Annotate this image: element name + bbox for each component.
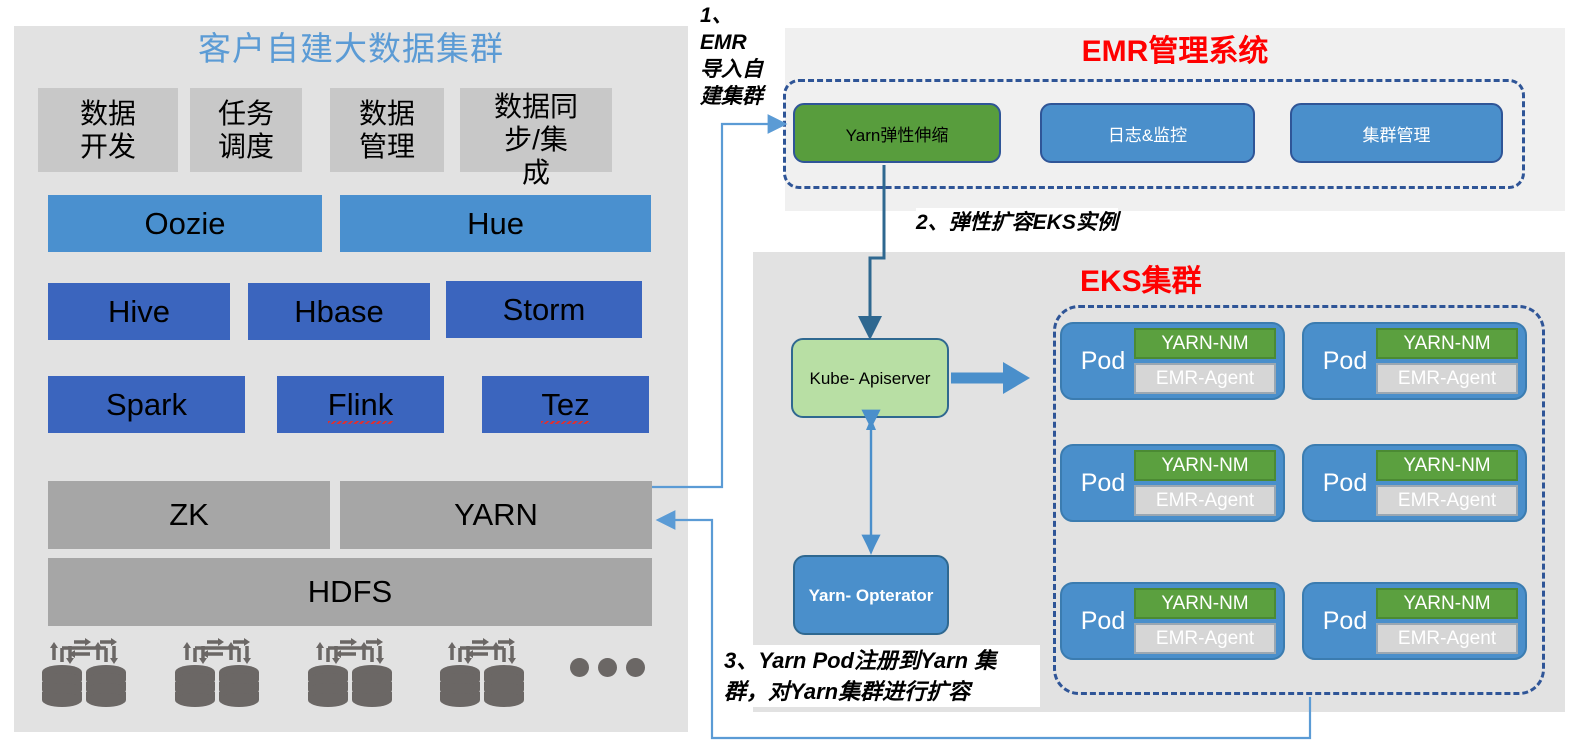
connector-apiserver-operator	[861, 409, 881, 555]
annotation-step2: 2、弹性扩容EKS实例	[916, 208, 1118, 238]
diagram-canvas: 客户自建大数据集群 数据 开发 任务 调度 数据 管理 数据同 步/集 成 Oo…	[0, 0, 1581, 753]
connector-step2-scaling-to-apiserver	[858, 165, 886, 340]
annotation-step3: 3、Yarn Pod注册到Yarn 集群，对Yarn集群进行扩容	[724, 645, 1040, 707]
annotation-step1: 1、 EMR 导入自 建集群	[700, 2, 780, 110]
connector-step1-yarn-to-emr	[652, 114, 788, 489]
connector-apiserver-to-pods	[951, 362, 1030, 394]
connector-lines	[652, 114, 1312, 740]
